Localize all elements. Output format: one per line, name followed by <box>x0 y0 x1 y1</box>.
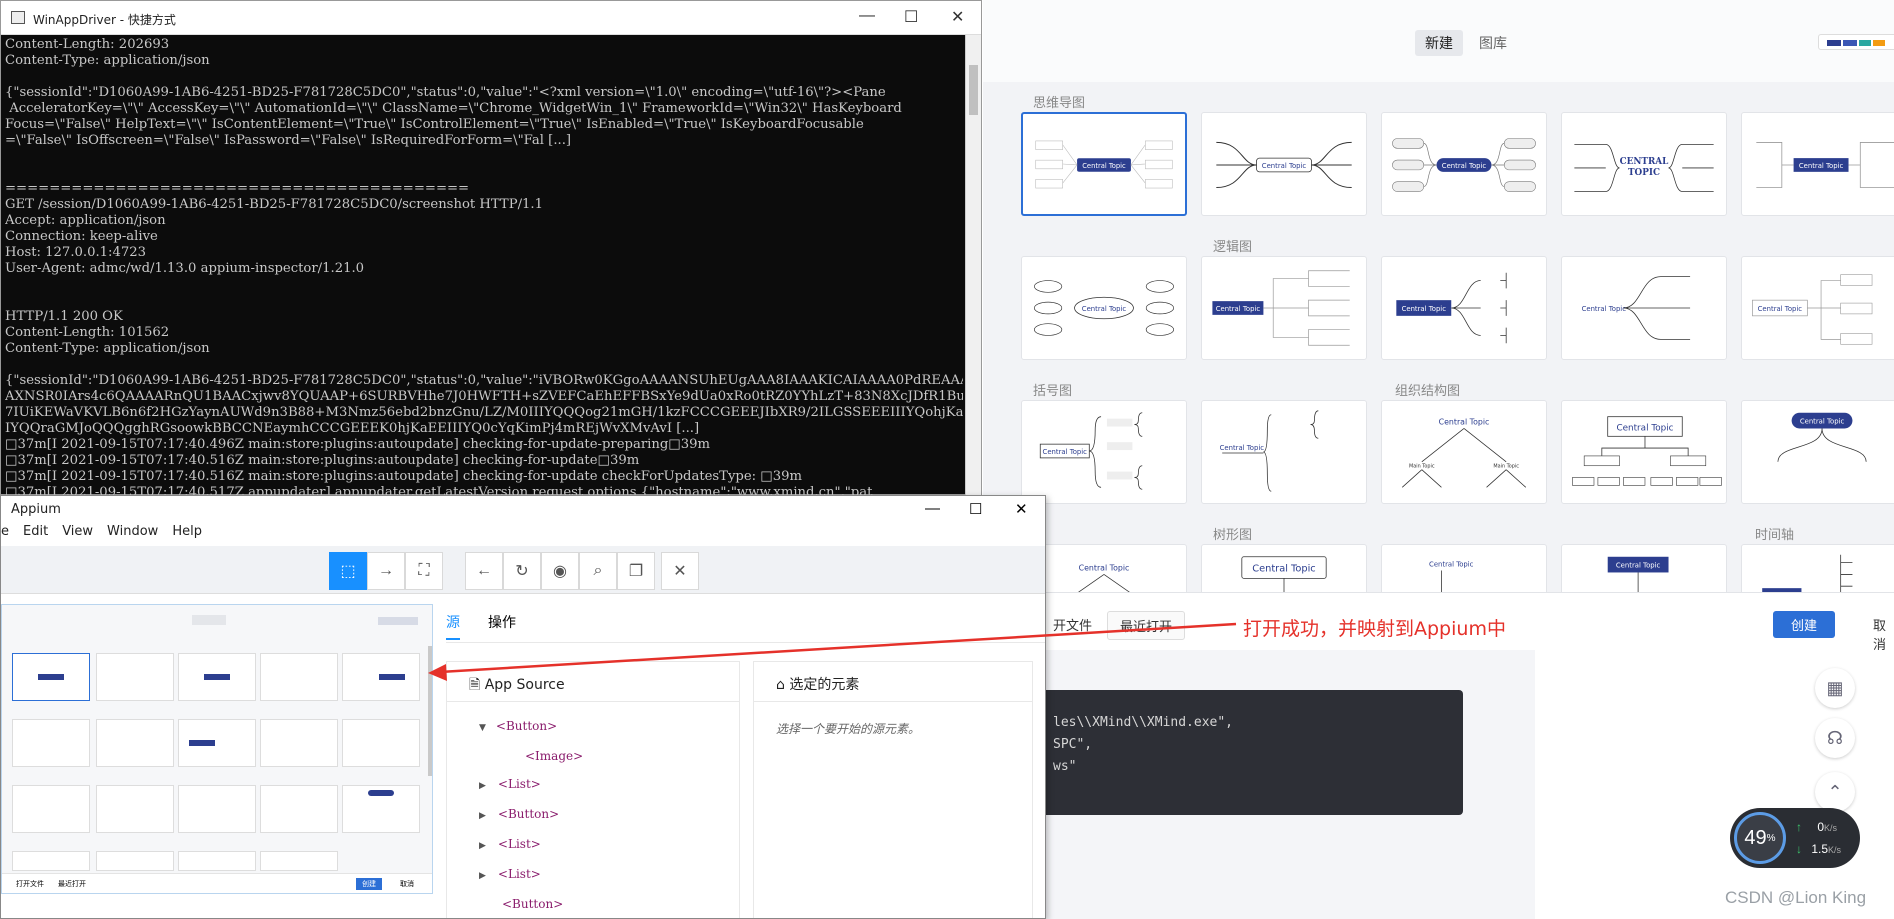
watermark: CSDN @Lion King <box>1725 888 1867 907</box>
annotation-text: 打开成功，并映射到Appium中 <box>1243 618 1506 640</box>
annotation-arrow <box>428 622 1237 681</box>
